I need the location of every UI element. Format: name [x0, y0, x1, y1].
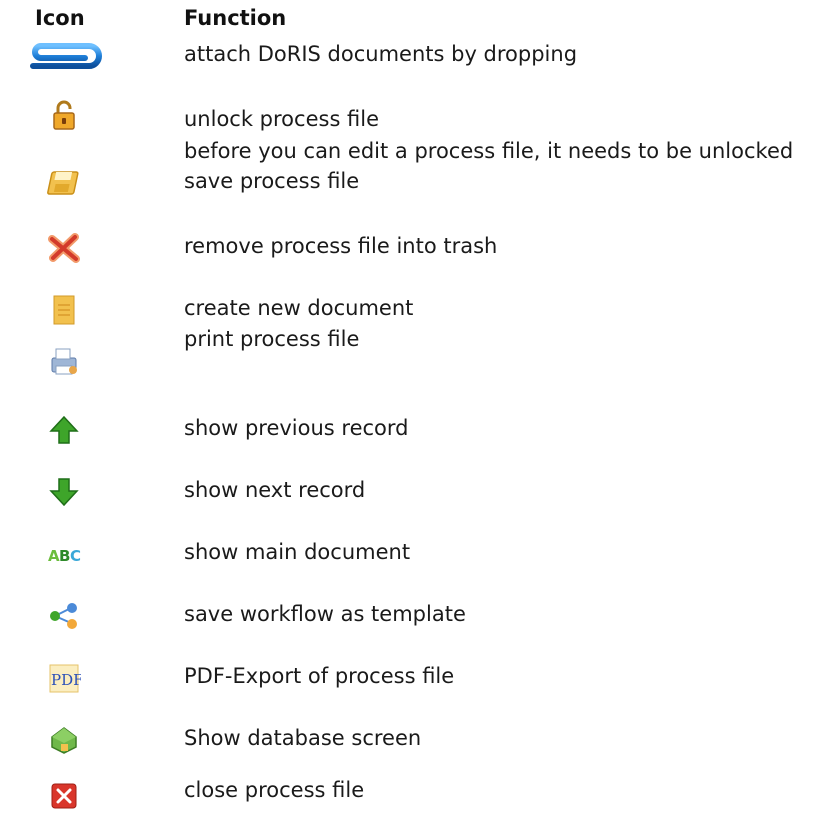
function-text: create new document [184, 296, 414, 320]
function-text: show next record [184, 478, 366, 502]
unlock-icon[interactable] [20, 97, 108, 133]
function-text: show previous record [184, 416, 409, 440]
save-disk-icon[interactable] [20, 165, 108, 201]
svg-text:C: C [70, 547, 81, 565]
function-text: Show database screen [184, 726, 422, 750]
function-text: print process file [184, 327, 360, 351]
abc-icon[interactable]: A B C [20, 536, 108, 572]
icon-column-header: Icon [35, 6, 85, 30]
function-text: attach DoRIS documents by dropping [184, 42, 578, 66]
workflow-icon[interactable] [20, 598, 108, 634]
function-column-header: Function [184, 6, 287, 30]
svg-text:PDF: PDF [51, 671, 81, 689]
function-text: show main document [184, 540, 411, 564]
close-icon[interactable] [20, 778, 108, 814]
function-text: save process file [184, 169, 360, 193]
paperclip-icon[interactable] [20, 38, 108, 74]
delete-x-icon[interactable] [20, 230, 108, 266]
function-text: before you can edit a process file, it n… [184, 139, 794, 163]
function-text: save workflow as template [184, 602, 466, 626]
svg-text:B: B [59, 547, 70, 565]
database-icon[interactable] [20, 722, 108, 758]
function-text: close process file [184, 778, 365, 802]
function-text: remove process file into trash [184, 234, 498, 258]
function-text: unlock process file [184, 107, 380, 131]
new-document-icon[interactable] [20, 292, 108, 328]
printer-icon[interactable] [20, 343, 108, 379]
arrow-up-icon[interactable] [20, 412, 108, 448]
arrow-down-icon[interactable] [20, 474, 108, 510]
function-text: PDF-Export of process file [184, 664, 455, 688]
pdf-icon[interactable]: PDF [20, 660, 108, 696]
